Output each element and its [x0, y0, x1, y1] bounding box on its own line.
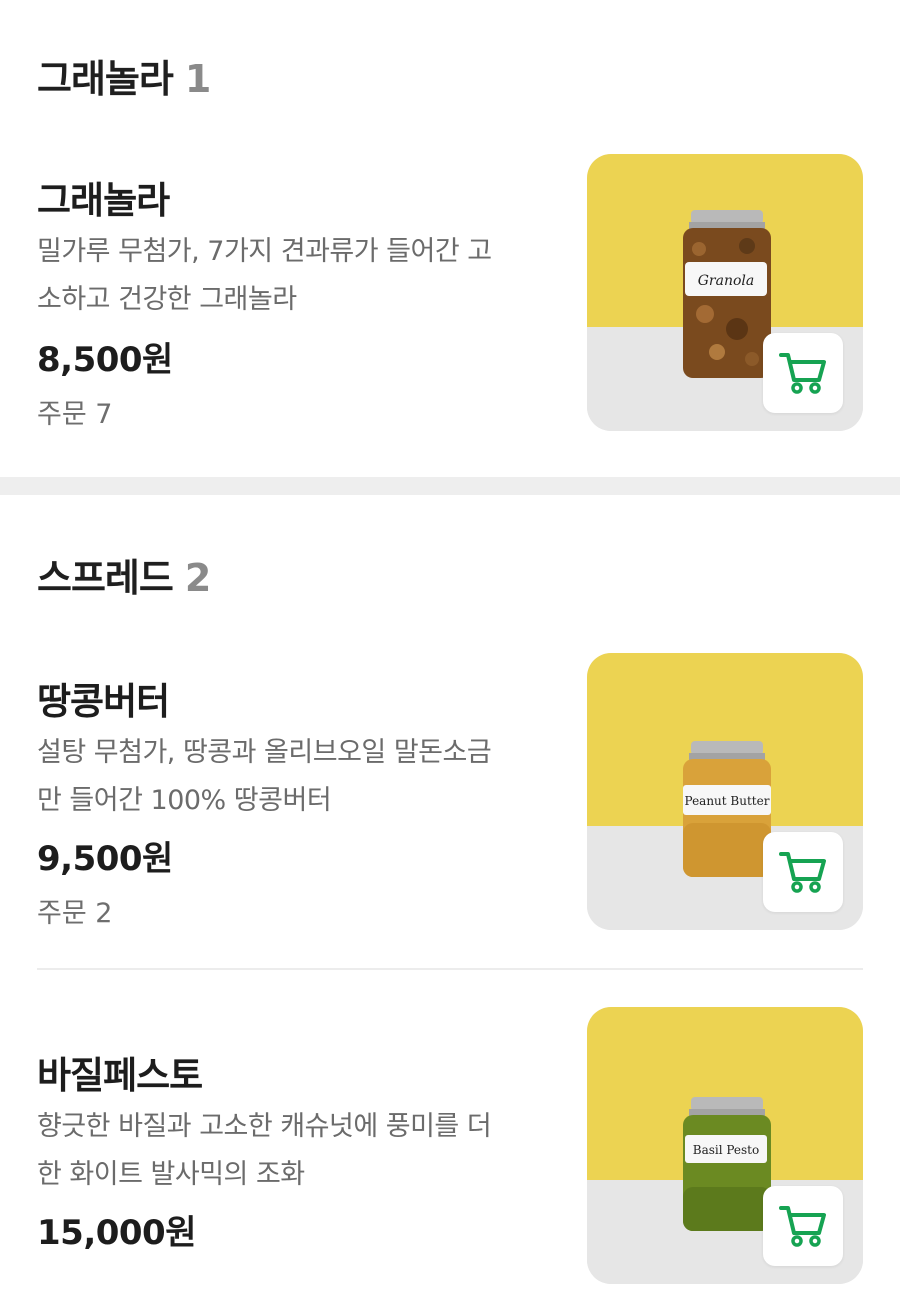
- section-title: 스프레드 2: [37, 547, 211, 602]
- shopping-cart-icon: [779, 852, 826, 893]
- item-description: 설탕 무첨가, 땅콩과 올리브오일 말돈소금 만 들어간 100% 땅콩버터: [37, 729, 547, 825]
- add-to-cart-button[interactable]: [763, 1186, 843, 1266]
- svg-text:Granola: Granola: [698, 273, 755, 289]
- item-description-line: 향긋한 바질과 고소한 캐슈넛에 풍미를 더: [37, 1111, 492, 1142]
- item-price: 8,500원: [37, 340, 173, 380]
- shopping-cart-icon: [779, 353, 826, 394]
- item-order-count: 주문 7: [37, 399, 113, 430]
- section-divider: [0, 477, 900, 495]
- section-title-text: 스프레드: [37, 556, 174, 600]
- item-description-line: 밀가루 무첨가, 7가지 견과류가 들어간 고: [37, 236, 492, 267]
- menu-item-granola[interactable]: 그래놀라 밀가루 무첨가, 7가지 견과류가 들어간 고 소하고 건강한 그래놀…: [0, 150, 900, 450]
- item-description: 향긋한 바질과 고소한 캐슈넛에 풍미를 더 한 화이트 발사믹의 조화: [37, 1103, 547, 1199]
- menu-item-basil-pesto[interactable]: 바질페스토 향긋한 바질과 고소한 캐슈넛에 풍미를 더 한 화이트 발사믹의 …: [0, 1005, 900, 1305]
- add-to-cart-button[interactable]: [763, 832, 843, 912]
- shopping-cart-icon: [779, 1206, 826, 1247]
- svg-text:Peanut Butter: Peanut Butter: [685, 794, 770, 808]
- svg-text:Basil Pesto: Basil Pesto: [693, 1143, 759, 1157]
- section-title: 그래놀라 1: [37, 48, 211, 103]
- item-name: 땅콩버터: [37, 680, 170, 723]
- section-spread: 스프레드 2 땅콩버터 설탕 무첨가, 땅콩과 올리브오일 말돈소금 만 들어간 …: [0, 495, 900, 1310]
- item-thumbnail[interactable]: Granola: [587, 154, 863, 431]
- menu-item-peanut-butter[interactable]: 땅콩버터 설탕 무첨가, 땅콩과 올리브오일 말돈소금 만 들어간 100% 땅…: [0, 651, 900, 951]
- item-name: 그래놀라: [37, 179, 170, 222]
- item-order-count: 주문 2: [37, 898, 113, 929]
- section-count: 2: [184, 556, 211, 600]
- item-divider: [37, 968, 863, 970]
- item-description-line: 만 들어간 100% 땅콩버터: [37, 785, 332, 816]
- section-granola: 그래놀라 1 그래놀라 밀가루 무첨가, 7가지 견과류가 들어간 고 소하고 건…: [0, 0, 900, 477]
- item-name: 바질페스토: [37, 1054, 203, 1097]
- item-description-line: 설탕 무첨가, 땅콩과 올리브오일 말돈소금: [37, 737, 492, 768]
- item-price: 9,500원: [37, 839, 173, 879]
- item-description-line: 소하고 건강한 그래놀라: [37, 284, 297, 315]
- item-price: 15,000원: [37, 1213, 196, 1253]
- add-to-cart-button[interactable]: [763, 333, 843, 413]
- item-description: 밀가루 무첨가, 7가지 견과류가 들어간 고 소하고 건강한 그래놀라: [37, 228, 547, 324]
- section-title-text: 그래놀라: [37, 57, 174, 101]
- item-thumbnail[interactable]: Peanut Butter: [587, 653, 863, 930]
- item-description-line: 한 화이트 발사믹의 조화: [37, 1159, 305, 1190]
- section-count: 1: [184, 57, 211, 101]
- item-thumbnail[interactable]: Basil Pesto: [587, 1007, 863, 1284]
